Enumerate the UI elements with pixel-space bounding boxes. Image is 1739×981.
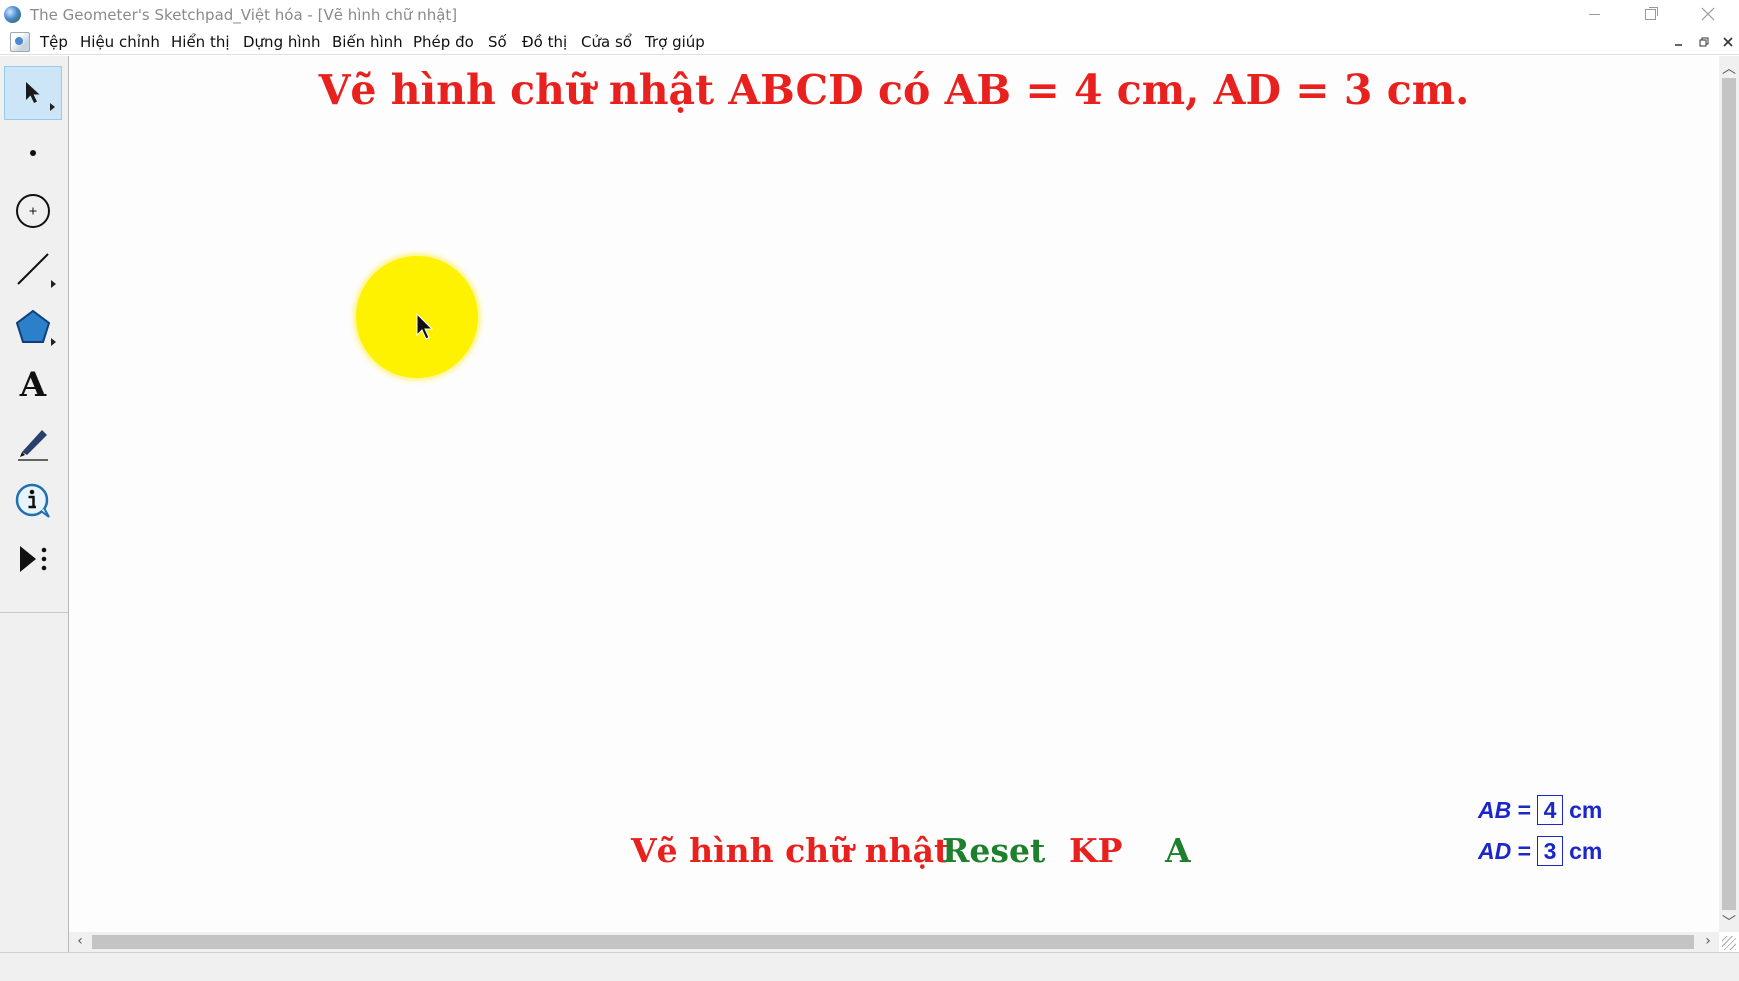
window-title: The Geometer's Sketchpad_Việt hóa - [Vẽ … <box>30 6 458 24</box>
app-icon[interactable] <box>4 6 21 23</box>
param-ad: AD = 3 cm <box>1478 836 1602 866</box>
menu-construct[interactable]: Dựng hình <box>243 33 321 51</box>
status-bar <box>0 952 1739 981</box>
reset-button[interactable]: Reset <box>942 831 1045 870</box>
menu-edit[interactable]: Hiệu chỉnh <box>80 33 160 51</box>
pen-icon <box>18 430 48 461</box>
param-ab-value[interactable]: 4 <box>1537 795 1564 825</box>
param-ab-label: AB <box>1478 796 1512 823</box>
menu-bar: Tệp Hiệu chỉnh Hiển thị Dựng hình Biến h… <box>0 30 1739 55</box>
straightedge-tool[interactable] <box>4 242 62 296</box>
selection-arrow-tool[interactable] <box>4 66 62 120</box>
menu-transform[interactable]: Biến hình <box>332 33 403 51</box>
arrow-icon <box>26 82 40 103</box>
scroll-up-arrow-icon[interactable]: ︿ <box>1719 58 1739 78</box>
close-icon <box>1723 37 1733 47</box>
submenu-triangle-icon <box>51 280 56 288</box>
toolbox-empty-area <box>0 612 68 957</box>
menu-measure[interactable]: Phép đo <box>413 33 474 51</box>
compass-tool[interactable] <box>4 184 62 238</box>
text-tool[interactable]: A <box>4 358 62 412</box>
param-ad-unit: cm <box>1569 837 1603 864</box>
pentagon-icon <box>15 309 51 343</box>
doc-restore-button[interactable] <box>1695 34 1713 50</box>
draw-rectangle-button[interactable]: Vẽ hình chữ nhật <box>631 831 949 870</box>
menu-window[interactable]: Cửa sổ <box>581 33 632 51</box>
title-bar: The Geometer's Sketchpad_Việt hóa - [Vẽ … <box>0 0 1739 30</box>
menu-display[interactable]: Hiển thị <box>171 33 230 51</box>
circle-icon <box>16 194 50 228</box>
restore-icon <box>1699 37 1709 47</box>
toolbox: A <box>0 56 69 957</box>
scroll-right-arrow-icon[interactable]: › <box>1698 933 1718 949</box>
param-ab-equals: = <box>1517 796 1532 823</box>
marker-tool[interactable] <box>4 416 62 470</box>
restore-window-button[interactable] <box>1622 0 1678 28</box>
param-ad-equals: = <box>1517 837 1532 864</box>
scroll-down-arrow-icon[interactable]: ﹀ <box>1719 912 1739 932</box>
vertical-scroll-thumb[interactable] <box>1722 78 1736 910</box>
horizontal-scroll-thumb[interactable] <box>92 935 1694 949</box>
document-icon[interactable] <box>10 32 30 52</box>
close-window-button[interactable] <box>1680 0 1736 28</box>
menu-file[interactable]: Tệp <box>40 33 68 51</box>
minimize-window-button[interactable] <box>1566 0 1622 28</box>
doc-close-button[interactable] <box>1719 34 1737 50</box>
info-icon <box>15 483 50 518</box>
kp-button[interactable]: KP <box>1069 831 1123 870</box>
a-button[interactable]: A <box>1165 831 1191 870</box>
point-icon <box>30 150 36 156</box>
minimize-icon <box>1675 44 1682 46</box>
point-tool[interactable] <box>4 126 62 180</box>
polygon-tool[interactable] <box>4 300 62 354</box>
param-ab-unit: cm <box>1569 796 1603 823</box>
line-segment-icon <box>17 253 49 285</box>
sketch-canvas[interactable] <box>69 56 1719 932</box>
submenu-triangle-icon <box>50 103 55 111</box>
menu-number[interactable]: Số <box>488 33 507 51</box>
param-ab: AB = 4 cm <box>1478 795 1602 825</box>
scroll-left-arrow-icon[interactable]: ‹ <box>70 933 90 949</box>
mouse-cursor-icon <box>416 313 434 340</box>
submenu-triangle-icon <box>51 338 56 346</box>
menu-graph[interactable]: Đồ thị <box>522 33 567 51</box>
menu-help[interactable]: Trợ giúp <box>645 33 705 51</box>
size-grip[interactable] <box>1722 936 1736 950</box>
close-icon <box>1701 7 1715 21</box>
param-ad-value[interactable]: 3 <box>1537 836 1564 866</box>
doc-minimize-button[interactable] <box>1670 34 1688 50</box>
play-menu-icon <box>20 546 47 572</box>
information-tool[interactable] <box>4 474 62 528</box>
page-heading: Vẽ hình chữ nhật ABCD có AB = 4 cm, AD =… <box>318 66 1470 114</box>
custom-tools[interactable] <box>4 532 62 586</box>
text-tool-icon: A <box>19 365 47 405</box>
param-ad-label: AD <box>1478 837 1512 864</box>
